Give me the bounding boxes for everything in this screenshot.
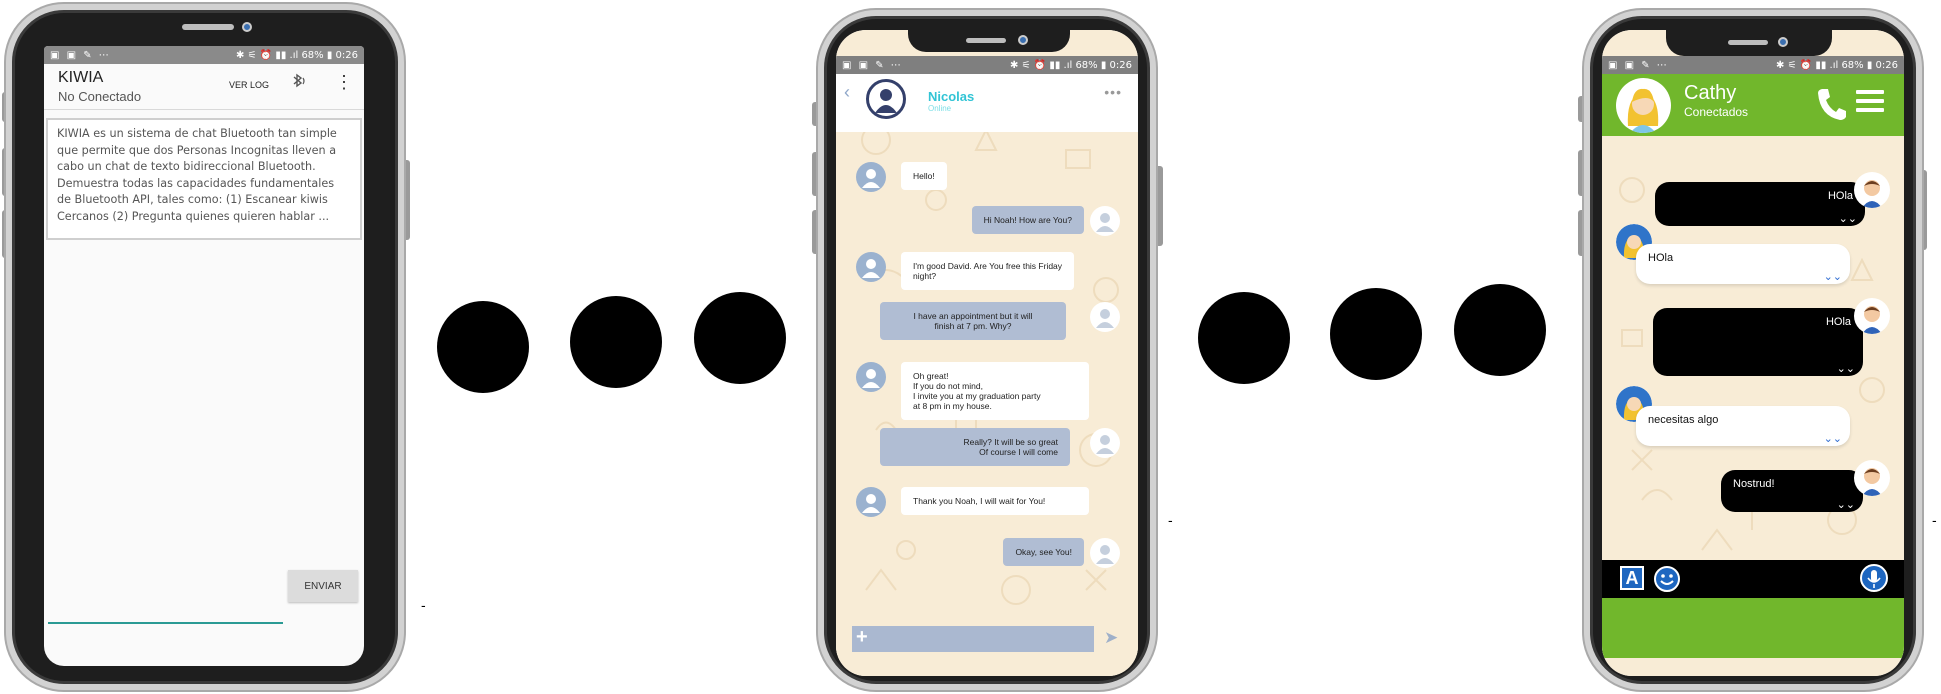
expand-chevron-icon[interactable]: ⌄⌄ xyxy=(1837,500,1855,511)
sent-message: HOla ⌄⌄ xyxy=(1653,308,1863,376)
incoming-message: Hello! xyxy=(901,162,947,190)
outgoing-message: Okay, see You! xyxy=(1003,538,1084,566)
keyboard-button[interactable]: A xyxy=(1620,566,1644,590)
status-system-info: ✱ ⚟ ⏰ ▮▮ .ıl 68% ▮ 0:26 xyxy=(1010,59,1132,71)
phone3-frame: ▣ ▣ ✎ ⋯ ✱ ⚟ ⏰ ▮▮ .ıl 68% ▮ 0:26 Cathy Co… xyxy=(1584,10,1922,690)
message-text: HOla xyxy=(1825,316,1851,328)
expand-chevron-icon[interactable]: ⌄⌄ xyxy=(1839,214,1857,225)
phone1-camera xyxy=(242,22,252,32)
ellipsis-dot xyxy=(570,296,662,388)
phone1-screen: ▣ ▣ ✎ ⋯ ✱ ⚟ ⏰ ▮▮ .ıl 68% ▮ 0:26 KIWIA No… xyxy=(44,46,364,666)
phone3-status-bar: ▣ ▣ ✎ ⋯ ✱ ⚟ ⏰ ▮▮ .ıl 68% ▮ 0:26 xyxy=(1602,56,1904,74)
message-text: Nostrud! xyxy=(1733,478,1775,490)
outgoing-message: I have an appointment but it will finish… xyxy=(880,302,1066,340)
phone2-speaker xyxy=(966,38,1006,43)
chat-header: Cathy Conectados xyxy=(1602,74,1904,136)
expand-chevron-icon[interactable]: ⌄⌄ xyxy=(1837,364,1855,375)
message-input[interactable] xyxy=(852,626,1094,652)
emoji-icon[interactable] xyxy=(1654,566,1680,592)
received-message: necesitas algo ⌄⌄ xyxy=(1636,406,1850,446)
ellipsis-dot xyxy=(1198,292,1290,384)
sender-avatar-icon xyxy=(856,162,886,192)
user-avatar-icon xyxy=(1090,538,1120,568)
separator-dash: - xyxy=(1168,512,1173,528)
message-text: necesitas algo xyxy=(1648,414,1719,426)
ellipsis-dot xyxy=(437,301,529,393)
avatar[interactable] xyxy=(1616,78,1671,133)
avatar[interactable] xyxy=(866,79,906,119)
sender-avatar-icon xyxy=(856,487,886,517)
kiwia-app-bar: KIWIA No Conectado VER LOG ⋮ xyxy=(44,64,364,110)
hamburger-menu-icon[interactable] xyxy=(1856,90,1884,112)
ellipsis-dot xyxy=(1454,284,1546,376)
contact-status: Online xyxy=(928,104,952,113)
chat-header: ‹ Nicolas Online ••• xyxy=(836,74,1138,132)
incoming-message: Thank you Noah, I will wait for You! xyxy=(901,487,1089,515)
phone2-camera xyxy=(1018,35,1028,45)
message-text: HOla xyxy=(1648,252,1674,264)
phone2-frame: ▣ ▣ ✎ ⋯ ✱ ⚟ ⏰ ▮▮ .ıl 68% ▮ 0:26 ‹ Nicola… xyxy=(818,10,1156,690)
contact-name: Nicolas xyxy=(928,89,975,104)
stage: ▣ ▣ ✎ ⋯ ✱ ⚟ ⏰ ▮▮ .ıl 68% ▮ 0:26 KIWIA No… xyxy=(0,0,1941,694)
ellipsis-dot xyxy=(694,292,786,384)
app-title: KIWIA xyxy=(58,69,104,86)
sender-avatar-icon xyxy=(856,362,886,392)
phone2-status-bar: ▣ ▣ ✎ ⋯ ✱ ⚟ ⏰ ▮▮ .ıl 68% ▮ 0:26 xyxy=(836,56,1138,74)
contact-name: Cathy xyxy=(1684,82,1737,104)
more-options-icon[interactable]: ••• xyxy=(1104,84,1122,100)
received-message: HOla ⌄⌄ xyxy=(1636,244,1850,284)
sent-message: HOla ⌄⌄ xyxy=(1655,182,1865,226)
phone1-frame: ▣ ▣ ✎ ⋯ ✱ ⚟ ⏰ ▮▮ .ıl 68% ▮ 0:26 KIWIA No… xyxy=(6,4,404,690)
status-notification-icons: ▣ ▣ ✎ ⋯ xyxy=(842,59,903,71)
message-text: HOla xyxy=(1827,190,1853,202)
status-notification-icons: ▣ ▣ ✎ ⋯ xyxy=(50,49,111,61)
phone3-camera xyxy=(1778,37,1788,47)
phone3-speaker xyxy=(1728,40,1768,45)
phone1-status-bar: ▣ ▣ ✎ ⋯ ✱ ⚟ ⏰ ▮▮ .ıl 68% ▮ 0:26 xyxy=(44,46,364,64)
contact-status: Conectados xyxy=(1684,105,1749,119)
send-button[interactable]: ENVIAR xyxy=(288,570,358,602)
phone2-notch xyxy=(908,30,1070,52)
outgoing-message: Hi Noah! How are You? xyxy=(971,206,1084,234)
expand-chevron-icon[interactable]: ⌄⌄ xyxy=(1824,272,1842,283)
user-avatar-icon xyxy=(1854,172,1890,208)
overflow-menu-icon[interactable]: ⋮ xyxy=(335,72,353,93)
user-avatar-icon xyxy=(1090,302,1120,332)
ellipsis-dot xyxy=(1330,288,1422,380)
phone3-notch xyxy=(1666,30,1832,56)
back-arrow-icon[interactable]: ‹ xyxy=(844,82,850,103)
status-system-info: ✱ ⚟ ⏰ ▮▮ .ıl 68% ▮ 0:26 xyxy=(236,49,358,61)
separator-dash: - xyxy=(1932,512,1937,528)
incoming-message: Oh great! If you do not mind, I invite y… xyxy=(901,362,1089,420)
connection-status: No Conectado xyxy=(58,89,142,104)
plus-icon[interactable]: + xyxy=(856,626,868,649)
ver-log-button[interactable]: VER LOG xyxy=(229,80,269,90)
phone2-screen: ▣ ▣ ✎ ⋯ ✱ ⚟ ⏰ ▮▮ .ıl 68% ▮ 0:26 ‹ Nicola… xyxy=(836,30,1138,676)
bottom-bar xyxy=(1602,598,1904,658)
phone3-screen: ▣ ▣ ✎ ⋯ ✱ ⚟ ⏰ ▮▮ .ıl 68% ▮ 0:26 Cathy Co… xyxy=(1602,30,1904,676)
user-avatar-icon xyxy=(1854,298,1890,334)
input-toolbar: A xyxy=(1602,560,1904,598)
microphone-icon[interactable] xyxy=(1860,564,1888,594)
status-notification-icons: ▣ ▣ ✎ ⋯ xyxy=(1608,59,1669,71)
status-system-info: ✱ ⚟ ⏰ ▮▮ .ıl 68% ▮ 0:26 xyxy=(1776,59,1898,71)
phone-call-icon[interactable] xyxy=(1816,86,1846,122)
bluetooth-icon[interactable] xyxy=(289,72,307,95)
message-input[interactable] xyxy=(48,602,283,624)
sender-avatar-icon xyxy=(856,252,886,282)
sent-message: Nostrud! ⌄⌄ xyxy=(1721,470,1863,512)
expand-chevron-icon[interactable]: ⌄⌄ xyxy=(1824,434,1842,445)
incoming-message: I'm good David. Are You free this Friday… xyxy=(901,252,1075,290)
user-avatar-icon xyxy=(1854,460,1890,496)
send-icon[interactable]: ➤ xyxy=(1104,628,1118,648)
separator-dash: - xyxy=(421,597,426,613)
outgoing-message: Really? It will be so great Of course I … xyxy=(880,428,1070,466)
description-text: KIWIA es un sistema de chat Bluetooth ta… xyxy=(46,118,362,240)
phone1-speaker xyxy=(182,24,234,30)
user-avatar-icon xyxy=(1090,428,1120,458)
message-composer: + ➤ xyxy=(836,614,1138,676)
user-avatar-icon xyxy=(1090,206,1120,236)
